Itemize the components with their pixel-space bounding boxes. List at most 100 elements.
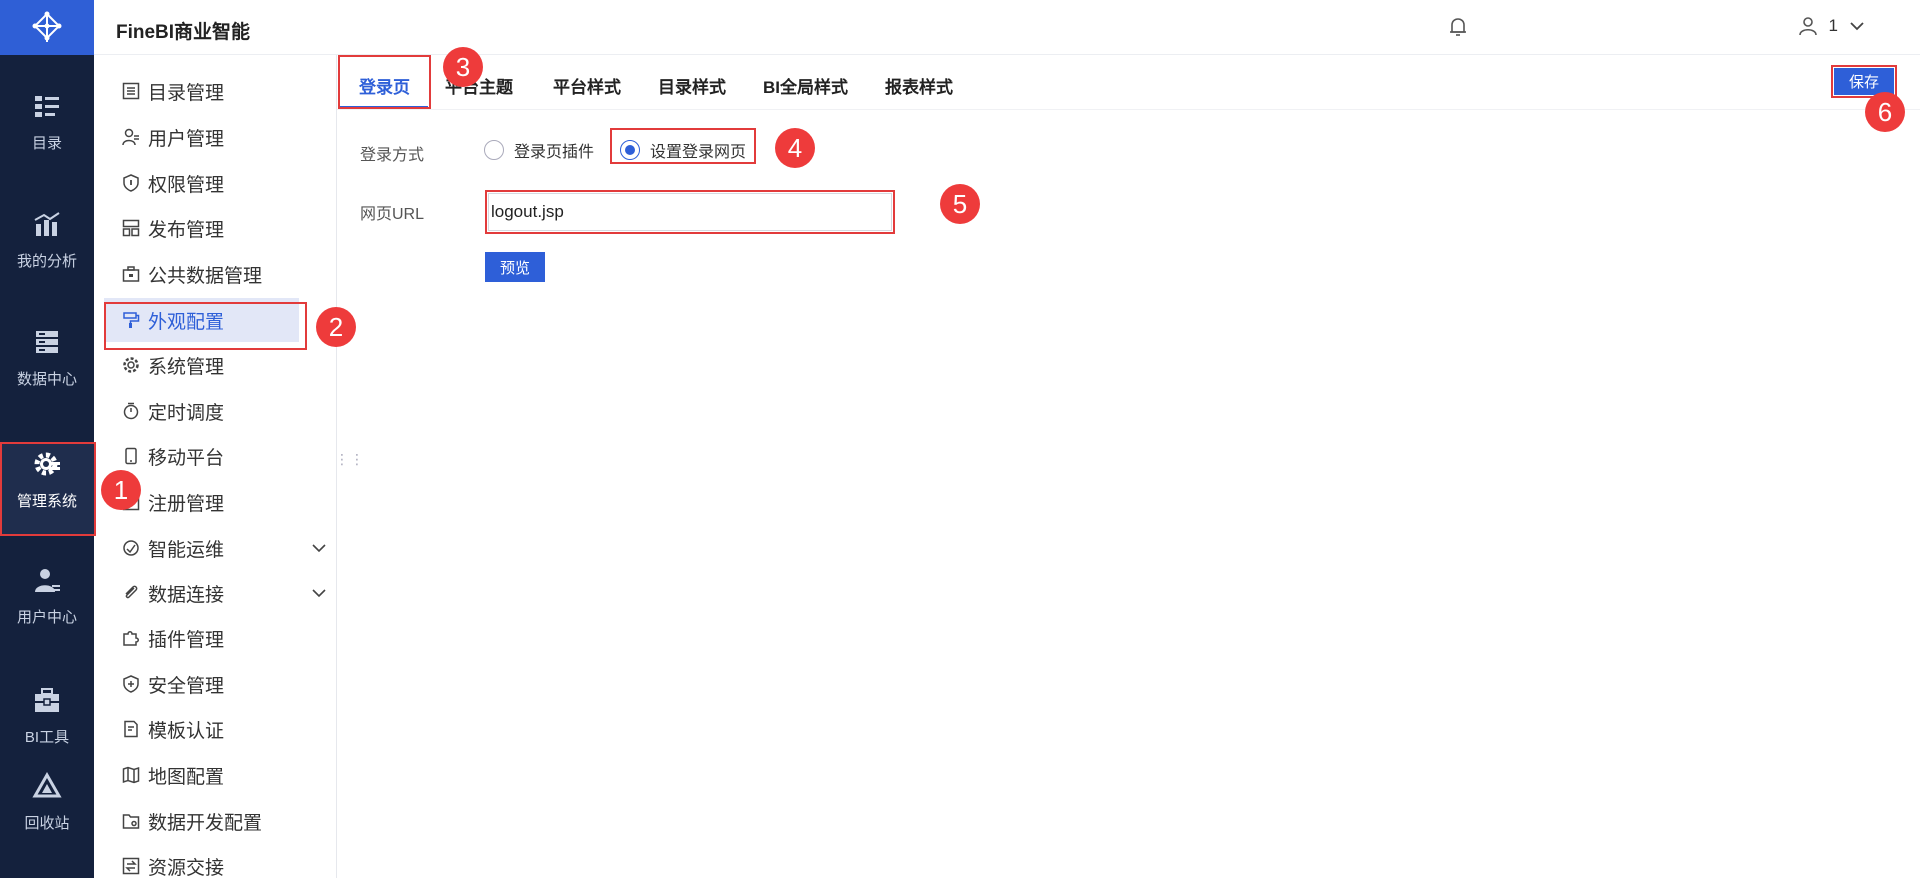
user-name: 1 (1828, 16, 1838, 35)
gear-icon (34, 452, 60, 476)
nav-label: 用户中心 (16, 609, 77, 626)
sidebar-item-label: 发布管理 (148, 219, 225, 241)
user-menu[interactable]: 1 (1797, 15, 1866, 37)
list-icon (122, 82, 140, 100)
step-badge-5: 5 (940, 184, 980, 224)
tab-platform-style[interactable]: 平台样式 (553, 73, 621, 98)
nav-label: 管理系统 (16, 493, 77, 510)
radio-login-plugin[interactable]: 登录页插件 (484, 138, 594, 162)
sidebar-item-label: 公共数据管理 (148, 265, 263, 287)
sidebar-item-label: 插件管理 (148, 629, 225, 651)
handover-icon (122, 857, 140, 875)
sidebar-item-label: 用户管理 (148, 128, 225, 150)
step-badge-2: 2 (316, 307, 356, 347)
sidebar-item-resource-handover[interactable]: 资源交接 (104, 844, 299, 878)
sidebar-item-public-data-management[interactable]: 公共数据管理 (104, 252, 299, 296)
sidebar-item-map-config[interactable]: 地图配置 (104, 753, 299, 797)
save-button[interactable]: 保存 (1834, 68, 1894, 95)
radio-label: 设置登录网页 (650, 144, 747, 161)
login-method-label: 登录方式 (360, 147, 425, 164)
primary-nav: 目录 我的分析 数据中心 管理系统 用户中心 BI工具 回收站 (0, 0, 94, 878)
step-badge-6: 6 (1865, 92, 1905, 132)
gear-icon (123, 357, 139, 373)
sidebar-item-label: 数据开发配置 (148, 812, 263, 834)
bell-icon[interactable] (1446, 15, 1470, 39)
step-badge-4: 4 (775, 128, 815, 168)
user-icon (35, 569, 60, 592)
top-header: FineBI商业智能 1 (94, 0, 1920, 55)
paperclip-icon (125, 585, 138, 599)
analysis-icon (34, 212, 60, 236)
mobile-icon (125, 447, 137, 465)
tab-login-page[interactable]: 登录页 (359, 73, 410, 98)
user-avatar-icon (1798, 17, 1817, 36)
sidebar-item-label: 注册管理 (148, 493, 225, 515)
shield-plus-icon (123, 675, 139, 693)
sidebar-item-template-certification[interactable]: 模板认证 (104, 707, 299, 751)
chevron-down-icon[interactable] (311, 585, 327, 601)
admin-sidebar: 目录管理 用户管理 权限管理 发布管理 公共数据管理 外观配置 系统管理 定时调… (94, 55, 337, 878)
sidebar-item-user-management[interactable]: 用户管理 (104, 115, 299, 159)
radio-button-selected[interactable] (620, 140, 640, 160)
nav-item-catalog[interactable]: 目录 (0, 92, 94, 172)
tab-bi-global-style[interactable]: BI全局样式 (763, 73, 848, 98)
radio-button[interactable] (484, 140, 504, 160)
radio-custom-login-page[interactable]: 设置登录网页 (620, 138, 746, 162)
catalog-icon (35, 96, 59, 117)
folder-gear-icon (122, 814, 140, 829)
active-tab-indicator (340, 106, 428, 109)
user-icon (122, 128, 139, 146)
sidebar-item-label: 移动平台 (148, 447, 225, 469)
app-root: 目录 我的分析 数据中心 管理系统 用户中心 BI工具 回收站 FineBI商业… (0, 0, 1920, 878)
sidebar-item-data-connection[interactable]: 数据连接 (104, 571, 326, 615)
nav-label: 数据中心 (16, 371, 77, 388)
sidebar-item-label: 模板认证 (148, 720, 225, 742)
step-badge-3: 3 (443, 47, 483, 87)
sidebar-item-permission-management[interactable]: 权限管理 (104, 161, 299, 205)
sidebar-item-system-management[interactable]: 系统管理 (104, 343, 299, 387)
preview-button[interactable]: 预览 (485, 252, 545, 282)
shield-icon (123, 174, 139, 192)
recycle-icon (32, 772, 62, 798)
nav-item-admin-system[interactable]: 管理系统 (0, 442, 94, 534)
nav-item-user-center[interactable]: 用户中心 (0, 566, 94, 646)
nav-item-recycle-bin[interactable]: 回收站 (0, 772, 94, 842)
tab-catalog-style[interactable]: 目录样式 (658, 73, 726, 98)
sidebar-item-label: 资源交接 (148, 857, 225, 878)
tab-report-style[interactable]: 报表样式 (885, 73, 953, 98)
nav-label: 目录 (31, 135, 62, 152)
sidebar-item-smart-ops[interactable]: 智能运维 (104, 526, 326, 570)
sidebar-resize-handle[interactable]: ⋮⋮ (335, 452, 365, 466)
chevron-down-icon[interactable] (311, 540, 327, 556)
nav-item-my-analysis[interactable]: 我的分析 (0, 210, 94, 290)
paint-roller-icon (123, 312, 140, 328)
sidebar-item-label: 安全管理 (148, 675, 225, 697)
sidebar-item-security-management[interactable]: 安全管理 (104, 662, 299, 706)
step-badge-1: 1 (101, 470, 141, 510)
sidebar-item-appearance-config[interactable]: 外观配置 (104, 298, 299, 342)
sidebar-item-label: 系统管理 (148, 356, 225, 378)
document-edit-icon (124, 720, 138, 738)
app-title: FineBI商业智能 (116, 22, 251, 43)
radio-label: 登录页插件 (514, 144, 595, 161)
sidebar-item-plugin-management[interactable]: 插件管理 (104, 616, 299, 660)
sidebar-item-publish-management[interactable]: 发布管理 (104, 206, 299, 250)
nav-item-data-center[interactable]: 数据中心 (0, 328, 94, 408)
sidebar-item-label: 目录管理 (148, 82, 225, 104)
logo-icon (32, 11, 62, 42)
nav-item-bi-tools[interactable]: BI工具 (0, 686, 94, 756)
sidebar-item-scheduling[interactable]: 定时调度 (104, 389, 299, 433)
finebi-logo[interactable] (0, 0, 94, 55)
sidebar-item-mobile-platform[interactable]: 移动平台 (104, 434, 299, 478)
sidebar-item-label: 定时调度 (148, 402, 225, 424)
sidebar-item-data-dev-config[interactable]: 数据开发配置 (104, 799, 299, 843)
sidebar-item-label: 外观配置 (148, 311, 225, 333)
chevron-down-icon (1850, 22, 1864, 31)
briefcase-icon (122, 266, 140, 282)
url-input[interactable] (488, 193, 892, 231)
sidebar-item-catalog-management[interactable]: 目录管理 (104, 69, 299, 113)
puzzle-icon (123, 631, 139, 646)
nav-label: BI工具 (24, 729, 70, 746)
sidebar-item-label: 智能运维 (148, 539, 225, 561)
map-icon (122, 766, 140, 784)
